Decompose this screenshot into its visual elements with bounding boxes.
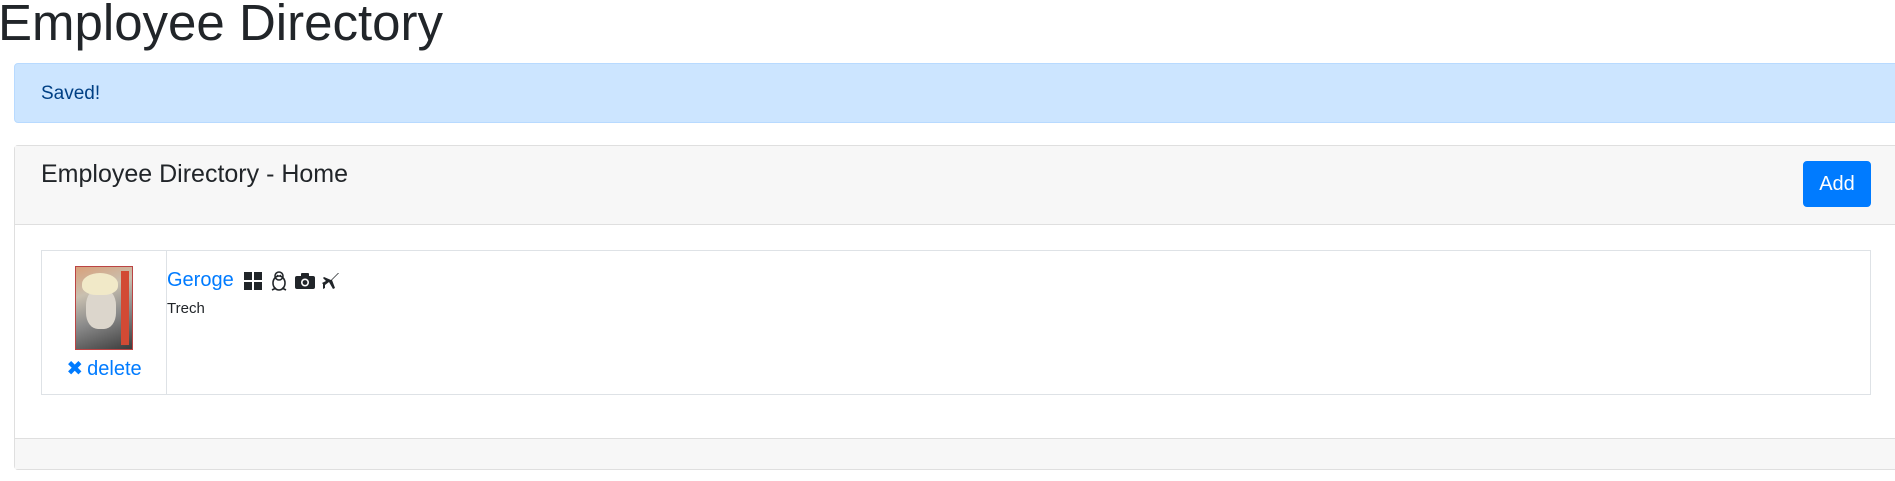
info-cell: Geroge Trech — [166, 250, 1871, 395]
card-title: Employee Directory - Home — [41, 160, 349, 188]
linux-penguin-icon — [268, 270, 290, 292]
windows-icon — [242, 270, 264, 292]
close-icon: ✖ — [66, 358, 84, 380]
add-button[interactable]: Add — [1803, 161, 1871, 207]
employee-department: Trech — [167, 300, 205, 317]
alert-message: Saved! — [41, 83, 101, 104]
table-row: ✖ delete Geroge Trech — [41, 250, 1871, 395]
card-footer — [15, 438, 1895, 469]
employee-photo — [75, 266, 133, 350]
employee-table: ✖ delete Geroge Trech — [41, 250, 1871, 395]
delete-link[interactable]: ✖ delete — [66, 356, 141, 381]
photo-cell: ✖ delete — [41, 250, 167, 395]
delete-label: delete — [87, 358, 142, 380]
airplane-icon — [320, 270, 342, 292]
directory-card: Employee Directory - Home Add ✖ delete Ge… — [14, 145, 1895, 470]
camera-icon — [294, 270, 316, 292]
page-title: Employee Directory — [0, 0, 443, 51]
employee-name-link[interactable]: Geroge — [167, 269, 234, 292]
card-header: Employee Directory - Home Add — [15, 146, 1895, 225]
saved-alert: Saved! — [14, 63, 1895, 123]
